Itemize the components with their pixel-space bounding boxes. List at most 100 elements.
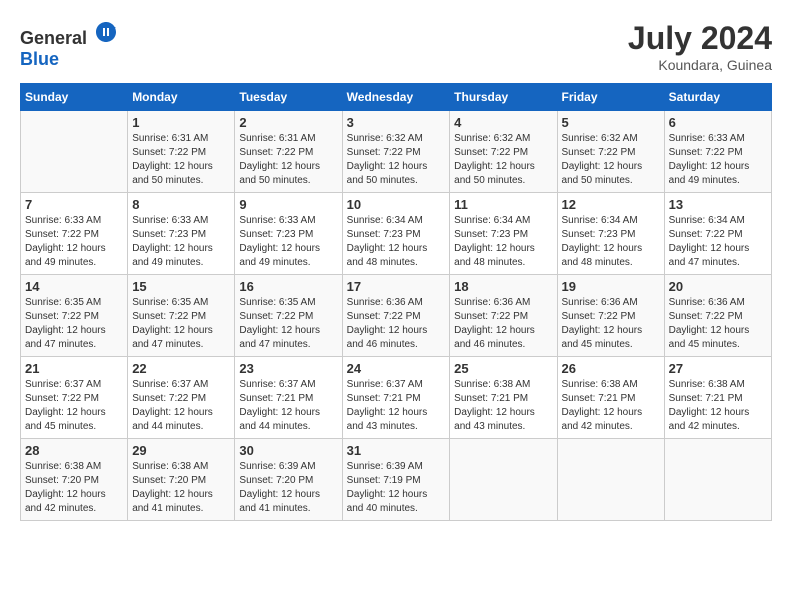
day-number: 23 bbox=[239, 361, 337, 376]
calendar-cell bbox=[557, 439, 664, 521]
calendar-cell: 22 Sunrise: 6:37 AMSunset: 7:22 PMDayligh… bbox=[128, 357, 235, 439]
day-info: Sunrise: 6:37 AMSunset: 7:21 PMDaylight:… bbox=[347, 378, 446, 434]
day-info: Sunrise: 6:38 AMSunset: 7:21 PMDaylight:… bbox=[669, 378, 767, 434]
day-number: 18 bbox=[454, 279, 552, 294]
day-number: 13 bbox=[669, 197, 767, 212]
header-day-friday: Friday bbox=[557, 84, 664, 111]
day-info: Sunrise: 6:37 AMSunset: 7:22 PMDaylight:… bbox=[25, 378, 123, 434]
calendar-cell: 5 Sunrise: 6:32 AMSunset: 7:22 PMDaylight… bbox=[557, 111, 664, 193]
day-number: 14 bbox=[25, 279, 123, 294]
day-number: 28 bbox=[25, 443, 123, 458]
day-info: Sunrise: 6:32 AMSunset: 7:22 PMDaylight:… bbox=[347, 132, 446, 188]
calendar-cell: 13 Sunrise: 6:34 AMSunset: 7:22 PMDayligh… bbox=[664, 193, 771, 275]
calendar-cell: 8 Sunrise: 6:33 AMSunset: 7:23 PMDaylight… bbox=[128, 193, 235, 275]
calendar-cell: 17 Sunrise: 6:36 AMSunset: 7:22 PMDayligh… bbox=[342, 275, 450, 357]
day-info: Sunrise: 6:32 AMSunset: 7:22 PMDaylight:… bbox=[562, 132, 660, 188]
day-number: 3 bbox=[347, 115, 446, 130]
header-day-saturday: Saturday bbox=[664, 84, 771, 111]
day-number: 7 bbox=[25, 197, 123, 212]
logo-icon bbox=[94, 20, 118, 44]
logo-blue: Blue bbox=[20, 49, 59, 69]
calendar-cell: 10 Sunrise: 6:34 AMSunset: 7:23 PMDayligh… bbox=[342, 193, 450, 275]
logo-text: General Blue bbox=[20, 20, 118, 70]
day-info: Sunrise: 6:34 AMSunset: 7:23 PMDaylight:… bbox=[562, 214, 660, 270]
location-subtitle: Koundara, Guinea bbox=[628, 57, 772, 73]
day-info: Sunrise: 6:31 AMSunset: 7:22 PMDaylight:… bbox=[132, 132, 230, 188]
calendar-cell: 3 Sunrise: 6:32 AMSunset: 7:22 PMDaylight… bbox=[342, 111, 450, 193]
header-day-tuesday: Tuesday bbox=[235, 84, 342, 111]
day-info: Sunrise: 6:34 AMSunset: 7:22 PMDaylight:… bbox=[669, 214, 767, 270]
day-number: 25 bbox=[454, 361, 552, 376]
logo: General Blue bbox=[20, 20, 118, 70]
day-info: Sunrise: 6:37 AMSunset: 7:22 PMDaylight:… bbox=[132, 378, 230, 434]
header-row: SundayMondayTuesdayWednesdayThursdayFrid… bbox=[21, 84, 772, 111]
day-info: Sunrise: 6:33 AMSunset: 7:23 PMDaylight:… bbox=[132, 214, 230, 270]
day-number: 12 bbox=[562, 197, 660, 212]
day-info: Sunrise: 6:33 AMSunset: 7:23 PMDaylight:… bbox=[239, 214, 337, 270]
calendar-cell: 26 Sunrise: 6:38 AMSunset: 7:21 PMDayligh… bbox=[557, 357, 664, 439]
day-info: Sunrise: 6:33 AMSunset: 7:22 PMDaylight:… bbox=[25, 214, 123, 270]
day-number: 6 bbox=[669, 115, 767, 130]
day-info: Sunrise: 6:36 AMSunset: 7:22 PMDaylight:… bbox=[347, 296, 446, 352]
day-number: 16 bbox=[239, 279, 337, 294]
day-info: Sunrise: 6:35 AMSunset: 7:22 PMDaylight:… bbox=[25, 296, 123, 352]
calendar-cell: 9Sunrise: 6:33 AMSunset: 7:23 PMDaylight… bbox=[235, 193, 342, 275]
calendar-cell: 20 Sunrise: 6:36 AMSunset: 7:22 PMDayligh… bbox=[664, 275, 771, 357]
day-number: 27 bbox=[669, 361, 767, 376]
day-info: Sunrise: 6:38 AMSunset: 7:20 PMDaylight:… bbox=[132, 460, 230, 516]
day-number: 10 bbox=[347, 197, 446, 212]
calendar-table: SundayMondayTuesdayWednesdayThursdayFrid… bbox=[20, 83, 772, 521]
day-info: Sunrise: 6:39 AMSunset: 7:20 PMDaylight:… bbox=[239, 460, 337, 516]
day-info: Sunrise: 6:36 AMSunset: 7:22 PMDaylight:… bbox=[669, 296, 767, 352]
header-day-monday: Monday bbox=[128, 84, 235, 111]
calendar-cell: 18 Sunrise: 6:36 AMSunset: 7:22 PMDayligh… bbox=[450, 275, 557, 357]
calendar-cell: 16 Sunrise: 6:35 AMSunset: 7:22 PMDayligh… bbox=[235, 275, 342, 357]
week-row-2: 7 Sunrise: 6:33 AMSunset: 7:22 PMDaylight… bbox=[21, 193, 772, 275]
day-number: 31 bbox=[347, 443, 446, 458]
calendar-cell: 31Sunrise: 6:39 AMSunset: 7:19 PMDayligh… bbox=[342, 439, 450, 521]
calendar-cell: 6 Sunrise: 6:33 AMSunset: 7:22 PMDaylight… bbox=[664, 111, 771, 193]
day-info: Sunrise: 6:32 AMSunset: 7:22 PMDaylight:… bbox=[454, 132, 552, 188]
day-info: Sunrise: 6:35 AMSunset: 7:22 PMDaylight:… bbox=[239, 296, 337, 352]
calendar-cell: 29Sunrise: 6:38 AMSunset: 7:20 PMDayligh… bbox=[128, 439, 235, 521]
calendar-cell: 30 Sunrise: 6:39 AMSunset: 7:20 PMDayligh… bbox=[235, 439, 342, 521]
day-number: 5 bbox=[562, 115, 660, 130]
header-day-sunday: Sunday bbox=[21, 84, 128, 111]
day-number: 1 bbox=[132, 115, 230, 130]
calendar-cell: 2Sunrise: 6:31 AMSunset: 7:22 PMDaylight… bbox=[235, 111, 342, 193]
day-info: Sunrise: 6:31 AMSunset: 7:22 PMDaylight:… bbox=[239, 132, 337, 188]
day-number: 4 bbox=[454, 115, 552, 130]
day-number: 20 bbox=[669, 279, 767, 294]
title-block: July 2024 Koundara, Guinea bbox=[628, 20, 772, 73]
calendar-cell: 7 Sunrise: 6:33 AMSunset: 7:22 PMDaylight… bbox=[21, 193, 128, 275]
day-info: Sunrise: 6:34 AMSunset: 7:23 PMDaylight:… bbox=[454, 214, 552, 270]
day-number: 8 bbox=[132, 197, 230, 212]
header-day-thursday: Thursday bbox=[450, 84, 557, 111]
day-info: Sunrise: 6:36 AMSunset: 7:22 PMDaylight:… bbox=[562, 296, 660, 352]
calendar-cell: 11 Sunrise: 6:34 AMSunset: 7:23 PMDayligh… bbox=[450, 193, 557, 275]
day-number: 21 bbox=[25, 361, 123, 376]
page-header: General Blue July 2024 Koundara, Guinea bbox=[20, 20, 772, 73]
calendar-cell: 19Sunrise: 6:36 AMSunset: 7:22 PMDayligh… bbox=[557, 275, 664, 357]
day-info: Sunrise: 6:36 AMSunset: 7:22 PMDaylight:… bbox=[454, 296, 552, 352]
day-info: Sunrise: 6:33 AMSunset: 7:22 PMDaylight:… bbox=[669, 132, 767, 188]
week-row-5: 28 Sunrise: 6:38 AMSunset: 7:20 PMDayligh… bbox=[21, 439, 772, 521]
day-info: Sunrise: 6:34 AMSunset: 7:23 PMDaylight:… bbox=[347, 214, 446, 270]
week-row-4: 21 Sunrise: 6:37 AMSunset: 7:22 PMDayligh… bbox=[21, 357, 772, 439]
day-info: Sunrise: 6:38 AMSunset: 7:21 PMDaylight:… bbox=[562, 378, 660, 434]
day-number: 17 bbox=[347, 279, 446, 294]
day-number: 15 bbox=[132, 279, 230, 294]
day-info: Sunrise: 6:37 AMSunset: 7:21 PMDaylight:… bbox=[239, 378, 337, 434]
calendar-cell: 27 Sunrise: 6:38 AMSunset: 7:21 PMDayligh… bbox=[664, 357, 771, 439]
day-info: Sunrise: 6:35 AMSunset: 7:22 PMDaylight:… bbox=[132, 296, 230, 352]
day-number: 30 bbox=[239, 443, 337, 458]
day-number: 26 bbox=[562, 361, 660, 376]
calendar-cell: 25Sunrise: 6:38 AMSunset: 7:21 PMDayligh… bbox=[450, 357, 557, 439]
calendar-cell: 15 Sunrise: 6:35 AMSunset: 7:22 PMDayligh… bbox=[128, 275, 235, 357]
calendar-cell: 23 Sunrise: 6:37 AMSunset: 7:21 PMDayligh… bbox=[235, 357, 342, 439]
calendar-cell: 14 Sunrise: 6:35 AMSunset: 7:22 PMDayligh… bbox=[21, 275, 128, 357]
day-number: 11 bbox=[454, 197, 552, 212]
day-number: 22 bbox=[132, 361, 230, 376]
logo-general: General bbox=[20, 28, 87, 48]
month-year-title: July 2024 bbox=[628, 20, 772, 57]
